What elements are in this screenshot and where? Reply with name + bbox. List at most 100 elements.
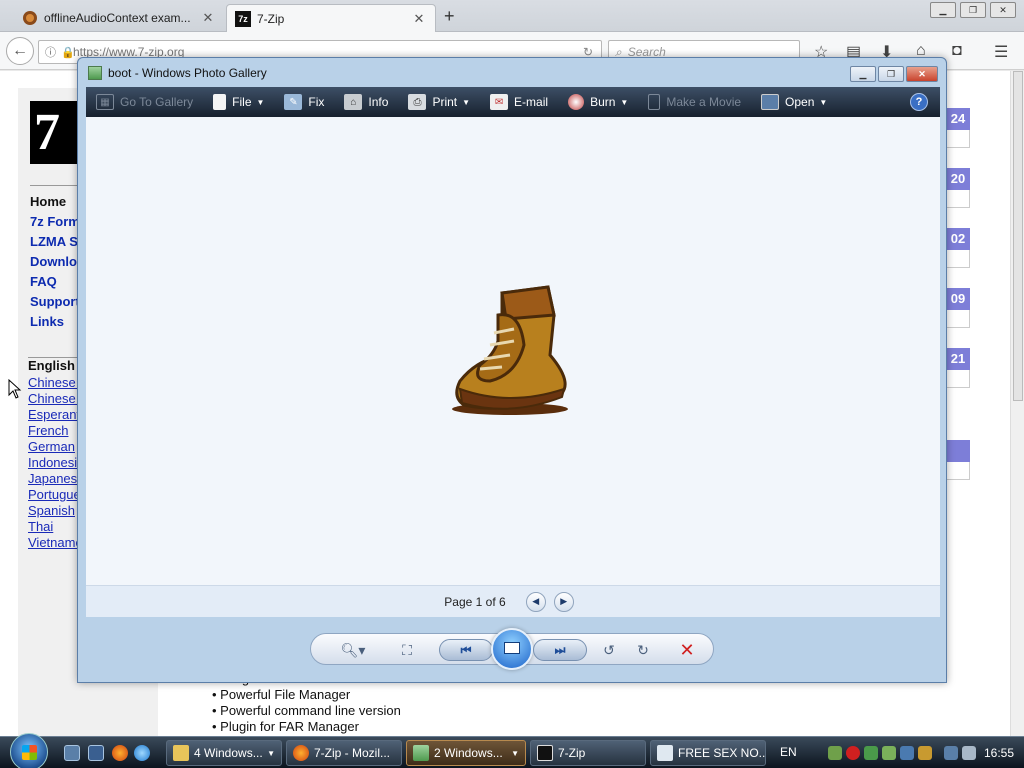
internet-explorer-icon[interactable] [134,745,150,761]
skip-forward-icon: ⏭ [554,642,566,657]
lock-icon: 🔒 [61,46,75,59]
file-menu-button[interactable]: File ▼ [213,94,264,110]
page-scrollbar[interactable] [1010,71,1024,741]
show-desktop-icon[interactable] [64,745,80,761]
scrollbar-thumb[interactable] [1013,71,1023,401]
print-menu-button[interactable]: ⎙ Print ▼ [408,94,470,110]
date-badge: 24 [946,108,970,148]
dropdown-arrow-icon: ▼ [620,97,629,107]
open-menu-button[interactable]: Open ▼ [761,94,827,110]
notepad-icon [657,745,673,761]
open-window-icon [761,94,780,110]
date-badge: 09 [946,288,970,328]
pocket-icon[interactable]: ◘ [952,42,962,60]
taskbar-button-windows-explorer[interactable]: 4 Windows... ▼ [166,740,282,766]
page-indicator: Page 1 of 6 [444,594,506,609]
menu-icon[interactable]: ☰ [994,42,1008,62]
delete-icon: ✕ [679,639,695,660]
previous-page-button[interactable]: ◀ [525,591,546,612]
language-indicator[interactable]: EN [780,745,797,759]
volume-icon[interactable] [962,746,976,760]
tab-close-icon[interactable]: ✕ [200,10,216,26]
film-icon [648,94,661,110]
info-button[interactable]: ⌂ Info [344,94,388,110]
fix-icon: ✎ [284,94,303,110]
minimize-button[interactable]: ▁ [850,66,876,82]
delete-button[interactable]: ✕ [675,640,699,660]
dropdown-arrow-icon: ▼ [462,97,471,107]
list-item: • Powerful File Manager [212,687,351,702]
skip-back-icon: ⏮ [460,642,472,657]
rotate-counterclockwise-button[interactable]: ↺ [597,640,621,660]
printer-icon: ⎙ [408,94,427,110]
user-icon[interactable] [882,746,896,760]
triangle-right-icon: ▶ [560,596,568,606]
date-badge [946,440,970,480]
close-button[interactable]: ✕ [906,66,938,82]
window-title-bar: boot - Windows Photo Gallery [78,58,946,88]
browser-window-controls: ▁ ❐ ✕ [930,2,1016,18]
email-button[interactable]: ✉ E-mail [490,94,548,110]
next-page-button[interactable]: ▶ [553,591,574,612]
error-icon[interactable] [846,746,860,760]
previous-image-button[interactable]: ⏮ [439,639,493,661]
minimize-icon[interactable]: ▁ [930,2,956,18]
update-icon[interactable] [900,746,914,760]
tab-offlineaudiocontext[interactable]: offlineAudioContext exam... ✕ [14,4,224,32]
triangle-left-icon: ◀ [532,596,540,606]
tag-icon: ⌂ [344,94,363,110]
7zip-favicon: 7z [235,10,251,27]
boot-image [452,285,568,415]
rotate-clockwise-button[interactable]: ↻ [631,640,655,660]
close-icon[interactable]: ✕ [990,2,1016,18]
date-badge: 20 [946,168,970,208]
tab-label: offlineAudioContext exam... [44,11,191,25]
slideshow-button[interactable] [491,628,533,670]
zoom-button[interactable]: 🔍︎▾ [337,640,369,660]
site-logo[interactable]: 7 [30,101,78,164]
info-icon: ⓘ [45,47,56,59]
go-to-gallery-button[interactable]: ▦ Go To Gallery [96,94,193,110]
mouse-cursor-icon [8,379,22,399]
maximize-button[interactable]: ❐ [878,66,904,82]
windows-logo-icon [22,745,37,760]
shield-icon[interactable] [918,746,932,760]
taskbar-button-photo-gallery[interactable]: 2 Windows... ▼ [406,740,526,766]
image-viewer [86,117,940,585]
burn-menu-button[interactable]: Burn ▼ [568,94,628,110]
photo-gallery-icon [88,66,102,80]
tab-7zip[interactable]: 7z 7-Zip ✕ [226,4,436,32]
clock[interactable]: 16:55 [984,746,1014,760]
gallery-icon: ▦ [96,94,114,110]
browser-tab-bar: offlineAudioContext exam... ✕ 7z 7-Zip ✕… [0,0,1024,32]
actual-size-button[interactable]: ⛶ [395,640,419,660]
photo-gallery-window: boot - Windows Photo Gallery ▁ ❐ ✕ ▦ Go … [77,57,947,683]
rotate-right-icon: ↻ [637,641,649,658]
new-tab-button[interactable]: + [444,6,455,27]
maximize-icon[interactable]: ❐ [960,2,986,18]
firefox-page-icon [22,10,38,26]
tab-close-icon[interactable]: ✕ [411,11,427,27]
fit-to-window-icon: ⛶ [402,641,412,658]
window-title: boot - Windows Photo Gallery [108,66,267,80]
security-icon[interactable] [864,746,878,760]
fix-button[interactable]: ✎ Fix [284,94,324,110]
make-a-movie-button[interactable]: Make a Movie [648,94,741,110]
network-icon[interactable] [828,746,842,760]
dropdown-arrow-icon: ▼ [819,97,828,107]
start-button[interactable] [10,733,48,768]
date-badge: 02 [946,228,970,268]
back-button[interactable]: ← [6,37,34,65]
switch-windows-icon[interactable] [88,745,104,761]
display-icon[interactable] [944,746,958,760]
firefox-icon[interactable] [112,745,128,761]
disc-icon [568,94,585,110]
help-icon[interactable]: ? [910,93,928,111]
taskbar-button-notepad[interactable]: FREE SEX NO... [650,740,766,766]
page-navigation: Page 1 of 6 ◀ ▶ [86,585,940,617]
next-image-button[interactable]: ⏭ [533,639,587,661]
taskbar-button-firefox[interactable]: 7-Zip - Mozil... [286,740,402,766]
taskbar-button-7zip[interactable]: 7-Zip [530,740,646,766]
dropdown-arrow-icon: ▼ [267,748,275,758]
list-item: • Powerful command line version [212,703,401,718]
